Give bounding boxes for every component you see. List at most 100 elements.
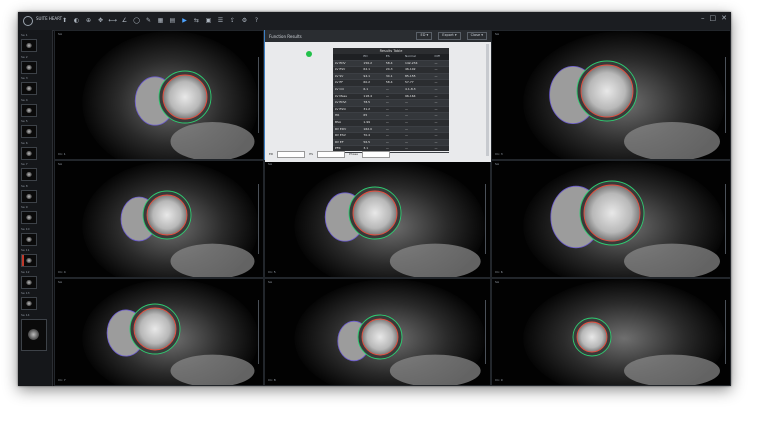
zoom-icon[interactable]: ⊕ (84, 15, 93, 26)
table-cell: 58.4 (383, 60, 403, 68)
table-cell: — (402, 119, 433, 127)
table-cell: — (432, 79, 449, 87)
series-item[interactable]: Se 9 (21, 206, 49, 224)
table-row[interactable]: LV EF 60.2 58.4 57-77— (333, 79, 449, 87)
sync-icon[interactable]: ⇆ (192, 15, 201, 26)
measure-icon[interactable]: ⟷ (108, 15, 117, 26)
report-icon[interactable]: ☰ (216, 15, 225, 26)
series-item[interactable]: Se 5 (21, 120, 49, 138)
series-thumbnail[interactable] (21, 82, 37, 95)
series-label: Se 5 (21, 120, 28, 123)
series-item[interactable]: Se 2 (21, 56, 49, 74)
series-thumbnail[interactable] (21, 254, 37, 267)
help-icon[interactable]: ? (252, 15, 261, 26)
table-row[interactable]: LV EDV 156.2 58.4 142-234— (333, 60, 449, 68)
viewport[interactable]: SA Im: 3 (491, 30, 731, 160)
roi-icon[interactable]: ◯ (132, 15, 141, 26)
footer-field[interactable] (362, 150, 390, 158)
table-row[interactable]: LV Mass 118.4—96-164— (333, 93, 449, 101)
series-thumbnail[interactable] (21, 103, 37, 117)
table-row[interactable]: HR 65— — — (333, 112, 449, 120)
table-cell: 58.4 (383, 79, 403, 87)
results-table: Results Table ED ES Normal Diff LV EDV 156.2 58… (333, 48, 449, 153)
footer-field[interactable] (277, 150, 306, 158)
grid-icon[interactable]: ▤ (168, 15, 177, 26)
viewport[interactable]: SA Im: 5 (264, 160, 491, 278)
series-item[interactable]: Se 8 (21, 185, 49, 203)
panel-button[interactable]: Close ▾ (466, 32, 487, 40)
panel-button[interactable]: Export ▾ (438, 32, 461, 40)
pan-icon[interactable]: ✥ (96, 15, 105, 26)
panel-button[interactable]: ED ▾ (416, 32, 433, 40)
viewport-image-number: Im: 6 (495, 270, 503, 275)
table-cell: 118.4 (361, 93, 384, 101)
series-label: Se 13 (21, 292, 30, 295)
series-thumbnail[interactable] (21, 60, 37, 74)
viewport-orientation-label: SA (495, 32, 500, 36)
table-row[interactable]: RV EDV 162.0— — — (333, 126, 449, 134)
table-cell: 46-102 (402, 66, 433, 74)
table-row[interactable]: LV ESV 62.1 24.3 46-102— (333, 66, 449, 74)
table-row[interactable]: RV EF 56.5— — — (333, 139, 449, 147)
table-row[interactable]: LV ESVi 31.2— — — (333, 106, 449, 114)
function-results-panel: Function Results ED ▾ Export ▾ Close ▾ Resul… (265, 30, 491, 162)
table-row[interactable]: LV SV 94.1 34.1 85-155— (333, 73, 449, 81)
series-item[interactable]: Se 11 (21, 249, 49, 267)
footer-field[interactable] (317, 150, 346, 158)
table-cell: LV EDV (333, 60, 362, 68)
viewport[interactable]: SA Im: 4 (54, 160, 264, 278)
viewport[interactable]: SA Im: 9 (491, 278, 731, 386)
viewport[interactable]: SA Im: 8 (264, 278, 491, 386)
cardiac-mri-image (294, 279, 486, 385)
viewport[interactable]: SA Im: 1 (54, 30, 264, 160)
series-item[interactable]: Se 10 (21, 228, 49, 246)
table-cell: — (383, 126, 403, 134)
series-item[interactable]: Se 13 (21, 292, 49, 310)
mpr-icon[interactable]: ▣ (204, 15, 213, 26)
scale-ruler (725, 300, 728, 364)
table-cell: — (432, 106, 449, 114)
layout-icon[interactable]: ▦ (156, 15, 165, 26)
viewport[interactable]: SA Im: 7 (54, 278, 264, 386)
table-cell: RV ESV (333, 132, 362, 140)
table-cell: 60.2 (361, 79, 384, 87)
series-thumbnail[interactable] (21, 232, 37, 246)
series-item[interactable]: Se 7 (21, 163, 49, 181)
series-thumbnail[interactable] (21, 189, 37, 203)
panel-scrollbar[interactable] (486, 44, 489, 156)
series-thumbnail[interactable] (21, 168, 37, 181)
export-icon[interactable]: ⇪ (228, 15, 237, 26)
footer-label: ED (269, 152, 274, 156)
toolbar: ⬆ ◐ ⊕ ✥ ⟷ ∠ ◯ ✎ ▦ ▤ ▶ ⇆ ▣ ☰ ⇪ ⚙? (60, 15, 261, 27)
angle-icon[interactable]: ∠ (120, 15, 129, 26)
series-item[interactable]: Se 14 (21, 314, 49, 351)
maximize-icon[interactable]: □ (710, 15, 717, 22)
series-label: Se 9 (21, 206, 28, 209)
series-item[interactable]: Se 3 (21, 77, 49, 95)
series-item[interactable]: Se 1 (21, 34, 49, 52)
close-icon[interactable]: ✕ (721, 15, 727, 22)
pointer-icon[interactable]: ⬆ (60, 15, 69, 26)
series-thumbnail[interactable] (21, 275, 37, 289)
viewport[interactable]: SA Im: 6 (491, 160, 731, 278)
table-cell: — (432, 73, 449, 81)
table-row[interactable]: BSA 1.99— — — (333, 119, 449, 127)
table-cell: 57-77 (402, 79, 433, 87)
series-thumbnail[interactable] (21, 146, 37, 160)
table-row[interactable]: RV ESV 70.4— — — (333, 132, 449, 140)
series-thumbnail[interactable] (21, 297, 37, 310)
annotate-icon[interactable]: ✎ (144, 15, 153, 26)
series-item[interactable]: Se 6 (21, 142, 49, 160)
table-row[interactable]: LV CO 6.1—4.1-8.3— (333, 86, 449, 94)
series-thumbnail[interactable] (21, 125, 37, 138)
series-thumbnail[interactable] (21, 318, 47, 351)
cine-icon[interactable]: ▶ (180, 15, 189, 26)
series-thumbnail[interactable] (21, 39, 37, 52)
minimize-icon[interactable]: – (701, 15, 705, 22)
series-item[interactable]: Se 4 (21, 99, 49, 117)
series-item[interactable]: Se 12 (21, 271, 49, 289)
table-row[interactable]: LV EDVi 78.5— — — (333, 99, 449, 107)
settings-icon[interactable]: ⚙ (240, 15, 249, 26)
series-thumbnail[interactable] (21, 211, 37, 224)
window-level-icon[interactable]: ◐ (72, 15, 81, 26)
